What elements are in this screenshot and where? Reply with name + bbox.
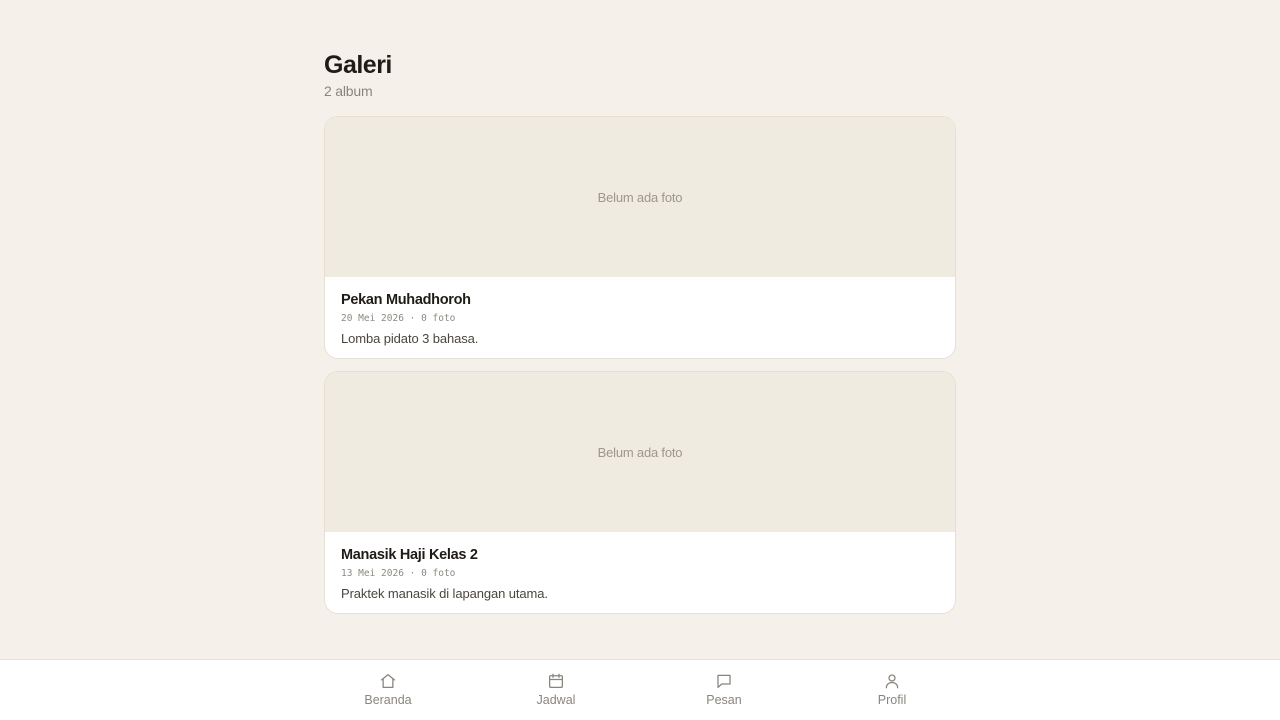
album-list: Belum ada foto Pekan Muhadhoroh 20 Mei 2…: [324, 116, 956, 614]
album-info: Manasik Haji Kelas 2 13 Mei 2026 · 0 fot…: [325, 532, 955, 602]
nav-label: Profil: [877, 693, 907, 707]
bottom-navigation: Beranda Jadwal Pesan Profil: [0, 659, 1280, 720]
empty-photo-label: Belum ada foto: [597, 444, 683, 460]
home-icon: [380, 673, 396, 689]
nav-item-jadwal[interactable]: Jadwal: [496, 660, 616, 720]
album-cover: Belum ada foto: [325, 372, 955, 532]
calendar-icon: [548, 673, 564, 689]
nav-label: Pesan: [706, 693, 742, 707]
album-description: Praktek manasik di lapangan utama.: [341, 586, 548, 601]
message-icon: [717, 674, 731, 689]
album-description: Lomba pidato 3 bahasa.: [341, 331, 479, 346]
nav-item-beranda[interactable]: Beranda: [328, 660, 448, 720]
album-cover: Belum ada foto: [325, 117, 955, 277]
nav-item-pesan[interactable]: Pesan: [664, 660, 784, 720]
album-meta: 20 Mei 2026 · 0 foto: [341, 313, 456, 324]
gallery-page: Galeri 2 album Belum ada foto Pekan Muha…: [0, 0, 1280, 720]
nav-label: Beranda: [364, 693, 412, 707]
main-content: Galeri 2 album Belum ada foto Pekan Muha…: [324, 48, 956, 626]
album-info: Pekan Muhadhoroh 20 Mei 2026 · 0 foto Lo…: [325, 277, 955, 347]
album-title: Pekan Muhadhoroh: [341, 292, 471, 308]
album-count: 2 album: [324, 83, 373, 99]
page-title: Galeri: [324, 51, 392, 79]
album-title: Manasik Haji Kelas 2: [341, 547, 478, 563]
album-card[interactable]: Belum ada foto Pekan Muhadhoroh 20 Mei 2…: [324, 116, 956, 359]
nav-item-profil[interactable]: Profil: [832, 660, 952, 720]
nav-label: Jadwal: [536, 693, 576, 707]
album-card[interactable]: Belum ada foto Manasik Haji Kelas 2 13 M…: [324, 371, 956, 614]
album-meta: 13 Mei 2026 · 0 foto: [341, 568, 456, 579]
empty-photo-label: Belum ada foto: [597, 189, 683, 205]
user-icon: [885, 674, 899, 689]
